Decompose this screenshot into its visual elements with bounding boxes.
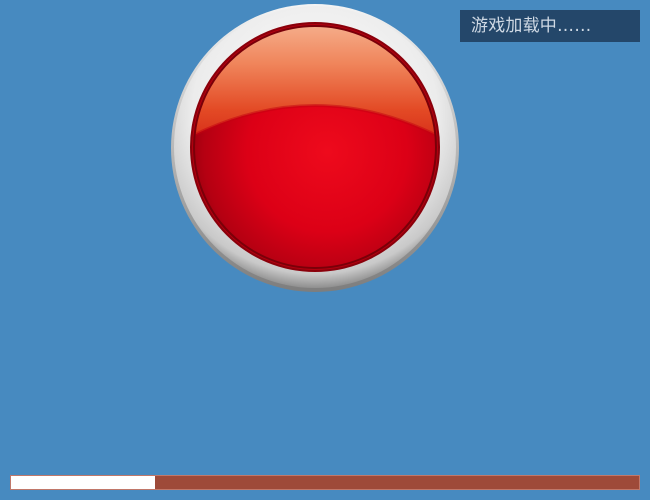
loading-status-badge: 游戏加载中……	[460, 10, 640, 42]
loading-progress-bar	[10, 475, 640, 490]
red-round-button[interactable]	[170, 2, 462, 294]
loading-progress-fill	[11, 476, 156, 489]
red-round-button-icon	[171, 4, 459, 292]
loading-status-text: 游戏加载中……	[471, 16, 592, 36]
game-loading-screen: 游戏加载中……	[0, 0, 650, 500]
